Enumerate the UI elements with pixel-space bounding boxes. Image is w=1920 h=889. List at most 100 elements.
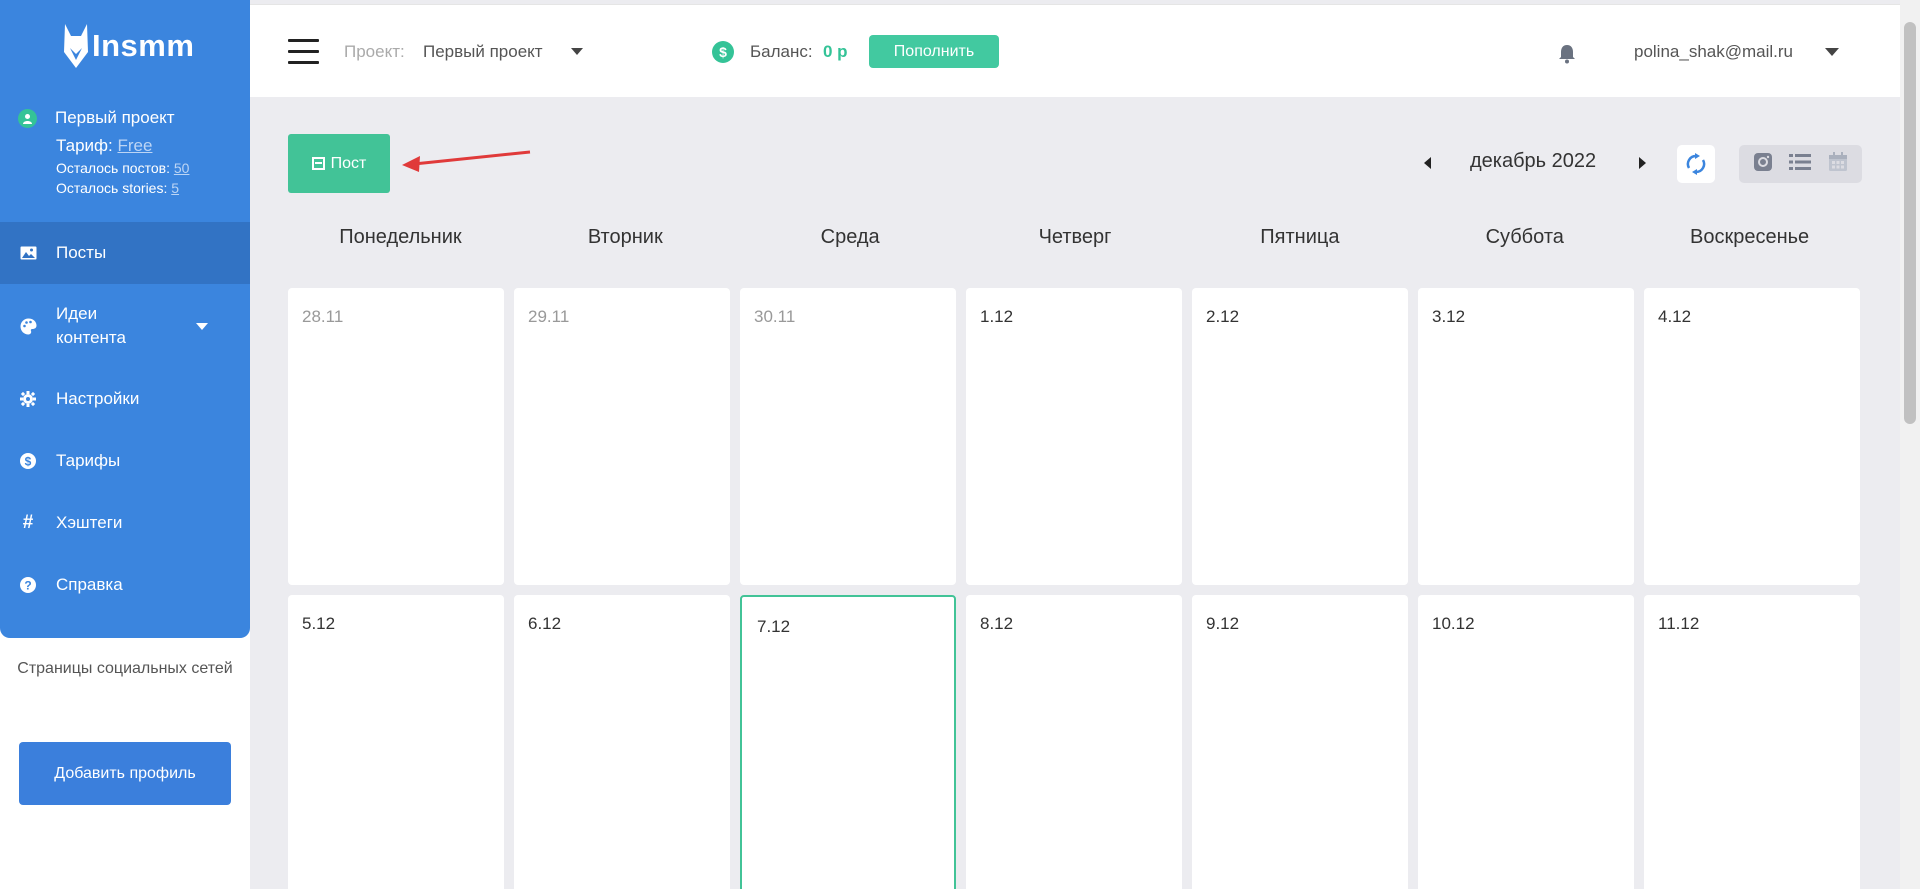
sidebar-item-settings[interactable]: Настройки: [0, 368, 250, 430]
day-cell[interactable]: 30.11: [740, 288, 956, 585]
posts-left-label: Осталось постов:: [56, 160, 170, 176]
project-selector[interactable]: Первый проект: [423, 42, 543, 62]
day-cell[interactable]: 8.12: [966, 595, 1182, 889]
refresh-icon: [1686, 153, 1706, 175]
day-cell[interactable]: 4.12: [1644, 288, 1860, 585]
weekday-label: Воскресенье: [1690, 226, 1810, 248]
sidebar-item-label: Хэштеги: [56, 513, 123, 532]
day-date: 7.12: [757, 617, 791, 636]
logo[interactable]: Insmm: [62, 22, 194, 70]
day-date: 3.12: [1432, 307, 1466, 326]
logo-text: Insmm: [92, 28, 195, 63]
topup-button[interactable]: Пополнить: [869, 35, 999, 68]
tariff-line: Тариф: Free: [56, 136, 189, 156]
posts-left-line: Осталось постов: 50: [56, 160, 189, 176]
project-label: Проект:: [344, 42, 405, 61]
sidebar-item-label: Посты: [56, 243, 107, 262]
top-header: Проект: Первый проект $ Баланс: 0 р Попо…: [250, 4, 1900, 97]
menu-icon[interactable]: [288, 39, 319, 72]
sidebar-nav: Посты Идеи контента Настройки $ Тарифы #…: [0, 222, 250, 616]
day-date: 6.12: [528, 614, 562, 633]
help-icon: ?: [18, 577, 38, 593]
day-date: 29.11: [528, 307, 570, 326]
annotation-arrow: [402, 150, 531, 172]
dollar-icon: $: [712, 41, 734, 63]
day-cell[interactable]: 5.12: [288, 595, 504, 889]
day-date: 2.12: [1206, 307, 1240, 326]
day-cell[interactable]: 9.12: [1192, 595, 1408, 889]
balance-value: 0 р: [823, 42, 848, 61]
dollar-icon: $: [18, 453, 38, 469]
tariff-link[interactable]: Free: [117, 136, 152, 155]
tariff-label: Тариф:: [56, 136, 113, 155]
current-month: декабрь 2022: [1470, 150, 1597, 172]
day-date: 8.12: [980, 614, 1014, 633]
balance-label: Баланс:: [750, 42, 813, 61]
sidebar-item-tariffs[interactable]: $ Тарифы: [0, 430, 250, 492]
bell-icon[interactable]: [1558, 44, 1576, 69]
weekday-label: Среда: [820, 226, 880, 248]
day-cell[interactable]: 10.12: [1418, 595, 1634, 889]
new-post-label: Пост: [330, 154, 367, 172]
refresh-button[interactable]: [1677, 145, 1715, 183]
day-cell[interactable]: 11.12: [1644, 595, 1860, 889]
day-date: 9.12: [1206, 614, 1240, 633]
page-scrollbar[interactable]: [1900, 0, 1920, 889]
palette-icon: [18, 318, 38, 335]
day-cell[interactable]: 3.12: [1418, 288, 1634, 585]
day-date: 5.12: [302, 614, 336, 633]
day-date: 28.11: [302, 307, 344, 326]
hashtag-icon: #: [22, 512, 34, 533]
day-date: 4.12: [1658, 307, 1692, 326]
sidebar-item-help[interactable]: ? Справка: [0, 554, 250, 616]
svg-text:$: $: [25, 455, 32, 469]
day-cell[interactable]: 2.12: [1192, 288, 1408, 585]
calendar-view-icon[interactable]: [1828, 151, 1848, 177]
instagram-view-icon[interactable]: [1753, 152, 1773, 177]
list-view-icon[interactable]: [1789, 153, 1812, 176]
sidebar-item-label: Тарифы: [56, 451, 121, 470]
fox-logo-icon: [64, 24, 88, 68]
gear-icon: [18, 391, 38, 407]
weekday-label: Вторник: [587, 226, 663, 248]
svg-text:?: ?: [24, 579, 31, 593]
stories-left-link[interactable]: 5: [171, 180, 179, 196]
next-month-icon[interactable]: [1639, 157, 1646, 169]
new-post-button[interactable]: Пост: [288, 134, 390, 193]
sidebar-item-hashtags[interactable]: # Хэштеги: [0, 492, 250, 554]
weekday-label: Пятница: [1260, 226, 1340, 248]
weekday-label: Понедельник: [339, 226, 462, 248]
weekday-label: Суббота: [1485, 226, 1564, 248]
day-date: 10.12: [1432, 614, 1475, 633]
view-switcher: [1739, 145, 1862, 183]
stories-left-label: Осталось stories:: [56, 180, 168, 196]
sidebar-item-label: Справка: [56, 575, 123, 594]
weekday-header: Понедельник Вторник Среда Четверг Пятниц…: [288, 226, 1862, 249]
user-menu[interactable]: polina_shak@mail.ru: [1634, 42, 1793, 62]
day-date: 30.11: [754, 307, 796, 326]
chevron-down-icon[interactable]: [1825, 48, 1839, 56]
add-profile-button[interactable]: Добавить профиль: [19, 742, 231, 805]
image-icon: [18, 246, 38, 260]
day-cell-today[interactable]: 7.12: [740, 595, 956, 889]
project-info: Первый проект Тариф: Free Осталось посто…: [18, 108, 189, 196]
sidebar-item-posts[interactable]: Посты: [0, 222, 250, 284]
day-cell[interactable]: 6.12: [514, 595, 730, 889]
sidebar-item-label: Идеи контента: [56, 304, 126, 347]
sidebar-item-label: Настройки: [56, 389, 140, 408]
social-pages-heading: Страницы социальных сетей: [17, 660, 233, 677]
post-icon: [311, 157, 325, 170]
chevron-down-icon[interactable]: [571, 48, 583, 55]
day-date: 1.12: [980, 307, 1014, 326]
scrollbar-thumb[interactable]: [1904, 22, 1916, 424]
chevron-down-icon[interactable]: [196, 322, 208, 330]
sidebar-item-ideas[interactable]: Идеи контента: [0, 284, 250, 368]
day-cell[interactable]: 1.12: [966, 288, 1182, 585]
user-avatar-icon: [18, 108, 37, 128]
day-cell[interactable]: 28.11: [288, 288, 504, 585]
day-cell[interactable]: 29.11: [514, 288, 730, 585]
day-date: 11.12: [1658, 614, 1700, 633]
posts-left-link[interactable]: 50: [174, 160, 190, 176]
sidebar-panel: Insmm Первый проект Тариф: Free Осталось…: [0, 0, 250, 638]
prev-month-icon[interactable]: [1424, 157, 1431, 169]
